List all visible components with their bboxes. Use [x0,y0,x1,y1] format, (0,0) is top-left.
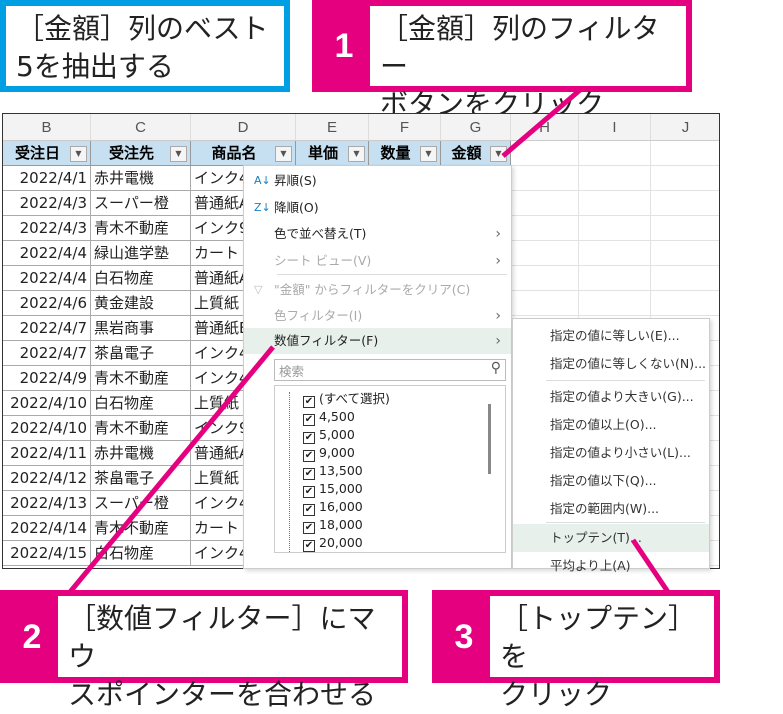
step-number: 2 [6,596,58,677]
step2-line-1: ［数値フィルター］にマウ [68,602,376,673]
leader-line-2 [68,345,275,594]
leader-line-3 [630,538,671,594]
step3-line-2: クリック [500,678,613,711]
step3-callout: 3 ［トップテン］をクリック [432,590,720,711]
step-number: 3 [438,596,490,677]
leader-line-1 [501,88,582,158]
step2-callout: 2 ［数値フィルター］にマウスポインターを合わせる [0,590,408,711]
callout-leader-lines [68,88,671,594]
step3-line-1: ［トップテン］を [500,602,697,673]
step2-line-2: スポインターを合わせる [68,678,377,711]
